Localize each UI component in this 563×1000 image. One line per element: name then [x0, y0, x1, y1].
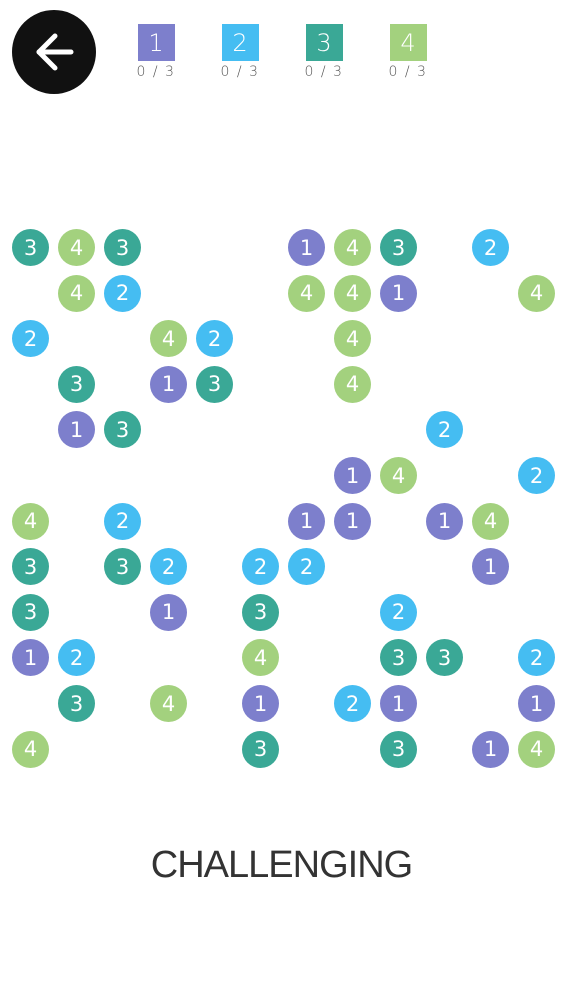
dot-3[interactable]: 3 [242, 730, 279, 768]
dot-3[interactable]: 3 [58, 685, 95, 722]
dot-2[interactable]: 2 [12, 320, 49, 358]
dot-3[interactable]: 3 [196, 365, 233, 403]
dot-3[interactable]: 3 [380, 229, 417, 266]
dot-2[interactable]: 2 [242, 548, 279, 586]
dot-2[interactable]: 2 [426, 411, 463, 449]
dot-3[interactable]: 3 [104, 411, 141, 449]
dot-1[interactable]: 1 [472, 730, 509, 768]
dot-2[interactable]: 2 [380, 593, 417, 631]
dot-3[interactable]: 3 [104, 548, 141, 586]
dot-2[interactable]: 2 [334, 685, 371, 722]
dot-2[interactable]: 2 [472, 229, 509, 266]
dot-1[interactable]: 1 [334, 502, 371, 540]
dot-3[interactable]: 3 [12, 229, 49, 266]
dot-1[interactable]: 1 [380, 274, 417, 312]
dot-4[interactable]: 4 [334, 274, 371, 312]
dot-4[interactable]: 4 [12, 502, 49, 540]
dot-4[interactable]: 4 [150, 685, 187, 722]
dot-4[interactable]: 4 [58, 229, 95, 266]
dot-3[interactable]: 3 [380, 730, 417, 768]
dot-1[interactable]: 1 [288, 229, 325, 266]
dot-2[interactable]: 2 [104, 274, 141, 312]
dot-1[interactable]: 1 [334, 457, 371, 494]
dot-2[interactable]: 2 [288, 548, 325, 586]
dot-1[interactable]: 1 [426, 502, 463, 540]
difficulty-label: CHALLENGING [150, 844, 413, 886]
dot-4[interactable]: 4 [150, 320, 187, 358]
dot-2[interactable]: 2 [150, 548, 187, 586]
dot-2[interactable]: 2 [518, 457, 555, 494]
dot-1[interactable]: 1 [518, 685, 555, 722]
dot-3[interactable]: 3 [12, 548, 49, 586]
dot-4[interactable]: 4 [288, 274, 325, 312]
dot-1[interactable]: 1 [58, 411, 95, 449]
dot-4[interactable]: 4 [334, 365, 371, 403]
dot-4[interactable]: 4 [334, 229, 371, 266]
dot-4[interactable]: 4 [12, 730, 49, 768]
dot-3[interactable]: 3 [58, 365, 95, 403]
dot-1[interactable]: 1 [150, 365, 187, 403]
dot-3[interactable]: 3 [380, 639, 417, 677]
dot-1[interactable]: 1 [472, 548, 509, 586]
dot-4[interactable]: 4 [518, 274, 555, 312]
dot-2[interactable]: 2 [196, 320, 233, 358]
dot-1[interactable]: 1 [242, 685, 279, 722]
dot-3[interactable]: 3 [242, 593, 279, 631]
dot-2[interactable]: 2 [518, 639, 555, 677]
dot-4[interactable]: 4 [518, 730, 555, 768]
dot-1[interactable]: 1 [12, 639, 49, 677]
dot-2[interactable]: 2 [104, 502, 141, 540]
dot-4[interactable]: 4 [472, 502, 509, 540]
dot-1[interactable]: 1 [288, 502, 325, 540]
dot-3[interactable]: 3 [12, 593, 49, 631]
dot-4[interactable]: 4 [380, 457, 417, 494]
dot-3[interactable]: 3 [426, 639, 463, 677]
dot-4[interactable]: 4 [334, 320, 371, 358]
dot-1[interactable]: 1 [150, 593, 187, 631]
dot-4[interactable]: 4 [242, 639, 279, 677]
dot-4[interactable]: 4 [58, 274, 95, 312]
dot-2[interactable]: 2 [58, 639, 95, 677]
dot-3[interactable]: 3 [104, 229, 141, 266]
dot-1[interactable]: 1 [380, 685, 417, 722]
